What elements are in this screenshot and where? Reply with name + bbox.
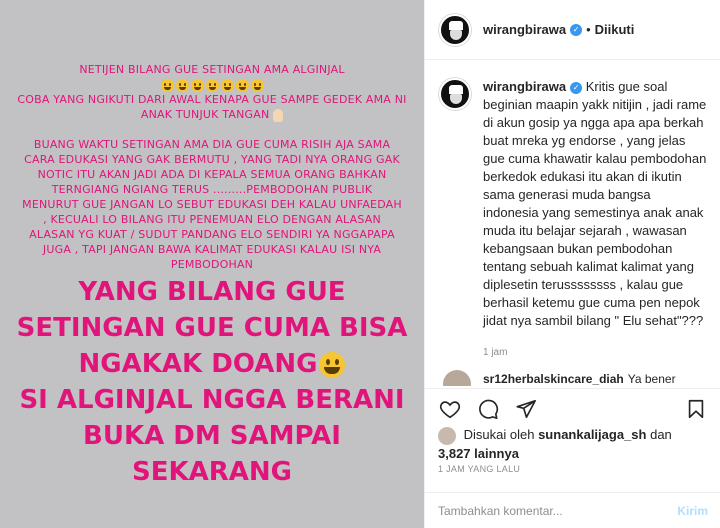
likes-joiner: dan bbox=[650, 427, 672, 442]
comment-text: sr12herbalskincare_diah Ya bener bbox=[483, 372, 676, 386]
story-line-1: NETIJEN BILANG GUE SETINGAN AMA ALGINJAL bbox=[79, 63, 345, 76]
story-line-3: BUANG WAKTU SETINGAN AMA DIA GUE CUMA RI… bbox=[22, 138, 402, 271]
caption-time[interactable]: 1 jam bbox=[483, 344, 709, 362]
like-button[interactable] bbox=[438, 397, 462, 421]
comment-icon bbox=[479, 399, 499, 419]
post-timestamp[interactable]: 1 JAM YANG LALU bbox=[438, 464, 520, 474]
story-big-line-5: BUKA DM SAMPAI bbox=[83, 421, 341, 451]
laughing-emoji-icon bbox=[250, 78, 264, 92]
caption-comment: wirangbirawa ✓ Kritis gue soal beginian m… bbox=[439, 78, 709, 362]
separator-dot: • bbox=[586, 22, 591, 37]
avatar[interactable] bbox=[439, 78, 471, 110]
heart-icon bbox=[439, 400, 461, 418]
likes-summary: Disukai oleh sunankalijaga_sh dan 3,827 … bbox=[438, 426, 708, 463]
caption-username[interactable]: wirangbirawa bbox=[483, 79, 566, 94]
save-button[interactable] bbox=[684, 397, 708, 421]
comment-username[interactable]: sr12herbalskincare_diah bbox=[483, 372, 624, 386]
laughing-emoji-icon bbox=[235, 78, 249, 92]
post-image[interactable]: NETIJEN BILANG GUE SETINGAN AMA ALGINJAL… bbox=[0, 0, 424, 528]
verified-badge-icon: ✓ bbox=[570, 23, 583, 36]
share-button[interactable] bbox=[514, 397, 538, 421]
story-big-line-1: YANG BILANG GUE bbox=[78, 277, 346, 307]
list-item: sr12herbalskincare_diah Ya bener bbox=[443, 370, 703, 386]
likes-prefix: Disukai oleh bbox=[463, 427, 535, 442]
story-small-text: NETIJEN BILANG GUE SETINGAN AMA ALGINJAL… bbox=[0, 62, 424, 287]
grinning-emoji-icon bbox=[319, 351, 346, 378]
post-header: wirangbirawa ✓ • Diikuti bbox=[425, 0, 720, 60]
laughing-emoji-icon bbox=[190, 78, 204, 92]
verified-badge-icon: ✓ bbox=[570, 81, 583, 94]
story-line-2: COBA YANG NGIKUTI DARI AWAL KENAPA GUE S… bbox=[17, 93, 407, 121]
follow-status-button[interactable]: Diikuti bbox=[595, 22, 635, 37]
raised-hand-icon bbox=[273, 108, 284, 122]
comment-body: Ya bener bbox=[627, 372, 676, 386]
laughing-emoji-icon bbox=[175, 78, 189, 92]
caption-body: wirangbirawa ✓ Kritis gue soal beginian m… bbox=[483, 78, 709, 362]
header-username[interactable]: wirangbirawa bbox=[483, 22, 566, 37]
avatar[interactable] bbox=[443, 370, 471, 386]
laughing-emoji-icon bbox=[205, 78, 219, 92]
liker-avatar[interactable] bbox=[438, 426, 456, 445]
laughing-emoji-icon bbox=[160, 78, 174, 92]
likes-count[interactable]: 3,827 lainnya bbox=[438, 446, 519, 461]
story-big-line-3: NGAKAK DOANG bbox=[78, 349, 318, 379]
bookmark-icon bbox=[688, 399, 704, 418]
story-big-line-2: SETINGAN GUE CUMA BISA bbox=[16, 313, 408, 343]
story-big-line-4: SI ALGINJAL NGGA BERANI bbox=[19, 385, 405, 415]
paper-plane-icon bbox=[516, 399, 536, 418]
comment-box: Kirim bbox=[424, 492, 720, 528]
caption-text: Kritis gue soal beginian maapin yakk nit… bbox=[483, 79, 707, 328]
laughing-emoji-row bbox=[160, 78, 265, 92]
laughing-emoji-icon bbox=[220, 78, 234, 92]
avatar[interactable] bbox=[439, 13, 471, 46]
send-button[interactable]: Kirim bbox=[677, 504, 708, 518]
comment-button[interactable] bbox=[476, 397, 500, 421]
story-big-line-6: SEKARANG bbox=[132, 457, 292, 487]
comment-input[interactable] bbox=[438, 503, 678, 518]
liker-username[interactable]: sunankalijaga_sh bbox=[538, 427, 646, 442]
action-bar bbox=[424, 388, 720, 428]
story-big-text: YANG BILANG GUE SETINGAN GUE CUMA BISA N… bbox=[0, 274, 424, 490]
